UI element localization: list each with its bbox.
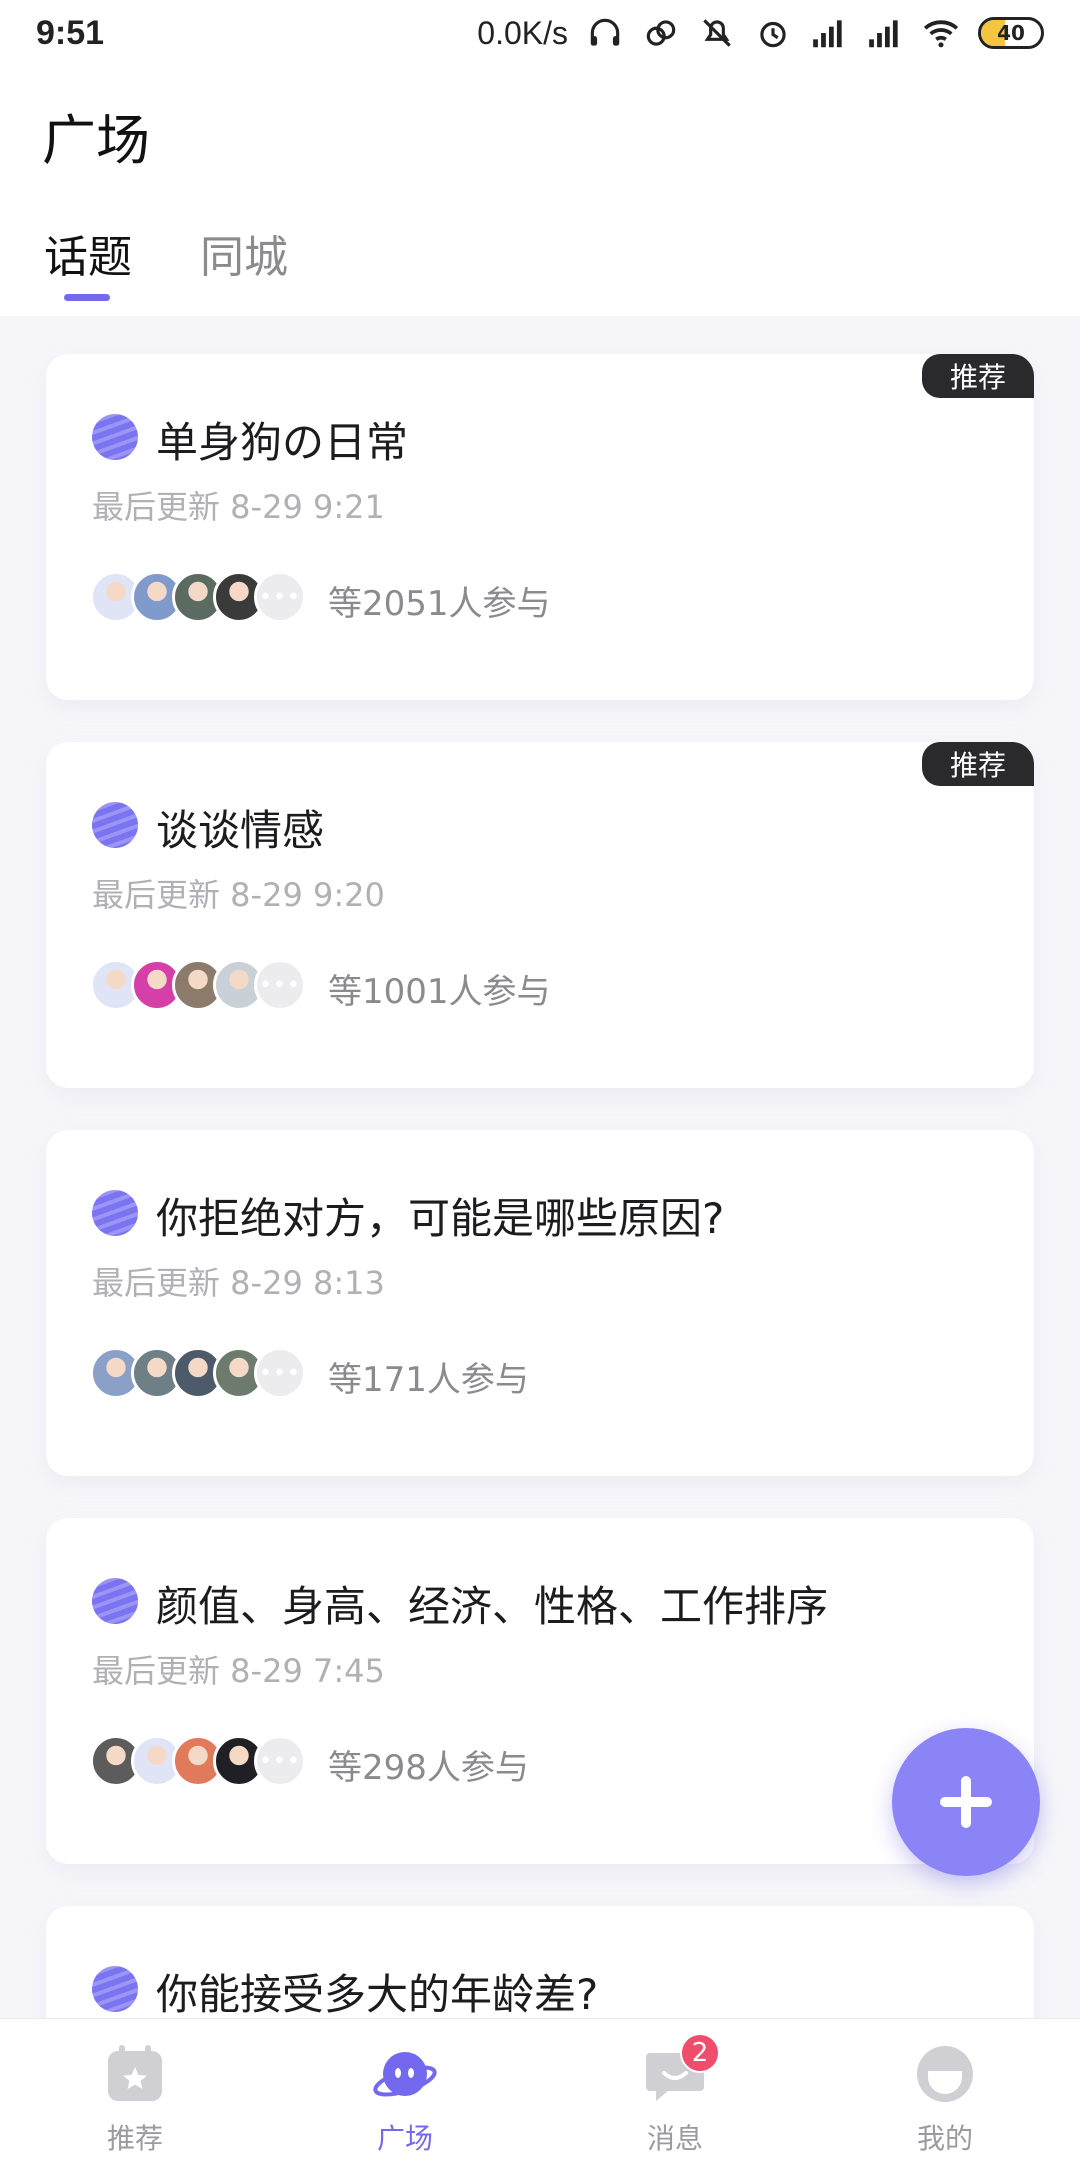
participant-avatars: •••: [90, 1735, 306, 1787]
page-title: 广场: [42, 109, 150, 172]
topic-dot-icon: [92, 1190, 138, 1236]
topic-card[interactable]: 推荐 单身狗の日常 最后更新 8-29 9:21 ••• 等2051人参与: [46, 354, 1034, 700]
calendar-star-icon: [108, 2045, 162, 2101]
topic-title: 颜值、身高、经济、性格、工作排序: [156, 1582, 829, 1631]
last-updated: 最后更新 8-29 8:13: [92, 1264, 385, 1302]
topic-title: 你能接受多大的年龄差?: [156, 1970, 599, 2019]
status-time: 9:51: [36, 13, 105, 52]
battery-indicator: 40: [978, 17, 1044, 49]
tab-same-city[interactable]: 同城: [200, 221, 288, 285]
participant-avatars: •••: [90, 571, 306, 623]
more-participants-icon: •••: [254, 959, 306, 1011]
nav-item-messages[interactable]: 2 消息: [540, 2019, 810, 2160]
plus-icon: [940, 1776, 992, 1828]
participant-count: 等2051人参与: [328, 584, 551, 624]
nav-label-messages: 消息: [646, 2122, 703, 2155]
network-speed: 0.0K/s: [477, 14, 568, 51]
active-tab-indicator: [64, 294, 110, 301]
participant-count: 等1001人参与: [328, 972, 551, 1012]
topic-title: 单身狗の日常: [156, 418, 409, 467]
topic-dot-icon: [92, 1966, 138, 2012]
topic-card[interactable]: 颜值、身高、经济、性格、工作排序 最后更新 8-29 7:45 ••• 等298…: [46, 1518, 1034, 1864]
nav-item-mine[interactable]: 我的: [810, 2019, 1080, 2160]
topic-title: 谈谈情感: [156, 806, 325, 855]
topic-dot-icon: [92, 802, 138, 848]
topic-dot-icon: [92, 414, 138, 460]
unread-badge: 2: [680, 2033, 720, 2073]
recommended-badge: 推荐: [922, 742, 1034, 786]
mute-icon: [703, 19, 731, 47]
topic-dot-icon: [92, 1578, 138, 1624]
recommended-badge: 推荐: [922, 354, 1034, 398]
participant-count: 等171人参与: [328, 1360, 529, 1400]
participant-avatars: •••: [90, 1347, 306, 1399]
battery-level-text: 40: [997, 21, 1025, 45]
more-participants-icon: •••: [254, 1347, 306, 1399]
nav-item-recommend[interactable]: 推荐: [0, 2019, 270, 2160]
create-topic-button[interactable]: [892, 1728, 1040, 1876]
topic-card[interactable]: 推荐 谈谈情感 最后更新 8-29 9:20 ••• 等1001人参与: [46, 742, 1034, 1088]
bottom-navigation: 推荐 广场 2 消息 我的: [0, 2018, 1080, 2160]
topic-title: 你拒绝对方，可能是哪些原因?: [156, 1194, 725, 1243]
participant-avatars: •••: [90, 959, 306, 1011]
more-participants-icon: •••: [254, 571, 306, 623]
signal-icon: [813, 20, 842, 48]
planet-face-icon: [373, 2052, 437, 2097]
headphone-icon: [590, 18, 620, 46]
nav-label-mine: 我的: [916, 2122, 973, 2155]
signal-icon-2: [869, 20, 898, 48]
more-participants-icon: •••: [254, 1735, 306, 1787]
status-bar: 9:51 0.0K/s 40: [0, 0, 1080, 66]
profile-face-icon: [917, 2046, 973, 2102]
wifi-icon: [923, 20, 959, 48]
topic-card[interactable]: 你拒绝对方，可能是哪些原因? 最后更新 8-29 8:13 ••• 等171人参…: [46, 1130, 1034, 1476]
nav-label-recommend: 推荐: [106, 2122, 163, 2155]
nav-item-square[interactable]: 广场: [270, 2019, 540, 2160]
alarm-icon: [760, 21, 786, 48]
page-header: 广场 话题 同城: [0, 66, 1080, 316]
last-updated: 最后更新 8-29 9:20: [92, 876, 385, 914]
tab-topics[interactable]: 话题: [44, 221, 132, 285]
last-updated: 最后更新 8-29 7:45: [92, 1652, 385, 1690]
nav-label-square: 广场: [376, 2122, 433, 2155]
status-icons: 0.0K/s 40: [477, 14, 1044, 52]
link-icon: [646, 20, 676, 46]
participant-count: 等298人参与: [328, 1748, 529, 1788]
last-updated: 最后更新 8-29 9:21: [92, 488, 385, 526]
